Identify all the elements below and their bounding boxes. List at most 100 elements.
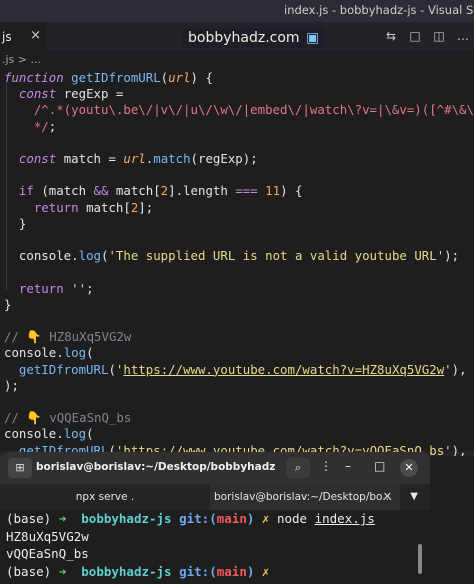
code-token: 11 [265,183,281,199]
minimize-icon[interactable]: – [345,459,351,473]
window-titlebar: index.js - bobbyhadz-js - Visual Stud [0,0,474,22]
code-token: if [4,183,42,199]
code-line: if (match && match[2].length === 11) { [4,183,303,199]
menu-icon[interactable]: ⋮ [320,459,332,473]
tab-label: npx serve . [75,491,135,503]
code-line: return match[2]; [4,200,153,216]
tab-label: borislav@borislav:~/Desktop/bo... [214,491,393,503]
code-line: } [4,297,11,313]
code-line: return ''; [4,281,94,297]
code-token: === [235,183,258,199]
terminal-line: (base) ➜ bobbyhadz-js git:(main) ✗ [6,563,269,580]
code-token: const [4,151,64,166]
terminal-token: main [216,511,247,526]
code-token: const [4,86,64,102]
code-token: log [63,426,87,442]
code-token: (regExp); [190,151,258,166]
code-token: function [4,70,72,85]
code-token: ]; [138,199,154,215]
terminal-token: bobbyhadz-js [73,563,180,579]
terminal-token: index.js [314,511,375,526]
toggle-panel-icon[interactable]: □ [408,29,422,43]
terminal-token: (base) [6,563,59,579]
code-token: 'The supplied URL is not a valid youtube… [108,248,445,264]
code-line: console.log('The supplied URL is not a v… [4,248,459,264]
tab-shell[interactable]: borislav@borislav:~/Desktop/bo... ✕ [210,484,400,510]
compare-icon[interactable]: ⇆ [384,29,398,43]
code-line: /^.*(youtu\.be\/|v\/|u\/\w\/|embed\/|wat… [4,102,474,118]
code-token: ) { [280,183,303,199]
code-token: } [4,296,12,312]
code-token: https://www.youtube.com/watch?v=HZ8uXq5V… [123,361,445,377]
code-token: ); [4,377,19,393]
terminal-token: ✗ [254,511,277,526]
code-token: console. [4,248,79,264]
code-token: log [78,248,101,264]
code-token: ' [444,442,452,456]
code-token: match = [63,151,124,166]
terminal-token: bobbyhadz-js [73,511,180,526]
new-tab-icon[interactable]: ⊞ [8,458,32,478]
close-window-icon[interactable]: ✕ [400,459,418,477]
terminal-token: ✗ [254,563,270,579]
tab-npx-serve[interactable]: npx serve . [0,484,210,510]
code-token: ( [86,426,94,442]
terminal-title: borislav@borislav:~/Desktop/bobbyhadz-r.… [36,461,276,473]
code-token: ].length [168,183,236,199]
search-icon[interactable]: ⌕ [286,458,310,478]
code-line: getIDfromURL('https://www.youtube.com/wa… [4,362,467,378]
split-editor-icon[interactable]: ◫ [432,29,446,43]
code-token: ( [108,361,116,377]
terminal-scrollbar[interactable] [418,544,422,574]
code-token: getIDfromURL [71,70,161,85]
code-token: return [4,199,87,215]
code-line: // 👇 vQQEaSnQ_bs [4,410,131,426]
terminal-token: ➜ [58,563,74,579]
code-line: const match = url.match(regExp); [4,151,258,167]
code-token: regExp = [63,86,124,102]
code-line: console.log( [4,345,94,361]
tab-index-js[interactable]: js × [0,22,46,52]
cube-icon: ▣ [306,30,320,46]
code-token: ), [451,442,467,456]
code-editor[interactable]: function getIDfromURL(url) { const regEx… [0,66,474,456]
close-tab-icon[interactable]: ✕ [383,490,392,503]
code-token: getIDfromURL [18,361,109,377]
code-token: match [153,151,191,166]
terminal-line: HZ8uXq5VG2w [6,528,89,545]
site-badge-text: bobbyhadz.com [188,30,300,46]
terminal-window: ⊞ borislav@borislav:~/Desktop/bobbyhadz-… [0,452,430,584]
tab-label: js [2,30,12,44]
terminal-output[interactable]: (base) ➜ bobbyhadz-js git:(main) ✗ node … [0,510,430,584]
code-token: && [93,183,109,199]
code-token: */ [4,118,49,134]
editor-actions: ⇆ □ ◫ … [384,29,470,43]
terminal-token: main [216,563,247,579]
code-line: console.log( [4,426,94,442]
tabs-dropdown-icon[interactable]: ▼ [410,491,418,502]
code-line: } [4,216,26,232]
code-token: // 👇 HZ8uXq5VG2w [4,329,132,345]
code-token: (match [41,183,94,199]
terminal-token: git:( [179,511,217,526]
code-token: return [4,280,72,296]
code-line: ); [4,378,19,394]
close-tab-icon[interactable]: × [30,28,41,43]
code-token: url [168,70,191,85]
terminal-token: ➜ [58,511,74,526]
more-actions-icon[interactable]: … [456,29,470,43]
code-token: ); [444,248,460,264]
code-line: */; [4,119,56,135]
terminal-tabs: npx serve . borislav@borislav:~/Desktop/… [0,484,430,510]
code-token: '' [71,280,87,296]
terminal-token: HZ8uXq5VG2w [6,528,89,544]
maximize-icon[interactable]: □ [374,459,385,473]
code-token: ; [48,118,57,134]
code-token: log [63,345,87,361]
terminal-token: git:( [179,563,217,579]
terminal-line: (base) ➜ bobbyhadz-js git:(main) ✗ node … [6,510,375,527]
window-title: index.js - bobbyhadz-js - Visual Stud [284,3,474,17]
code-token: } [4,215,27,231]
